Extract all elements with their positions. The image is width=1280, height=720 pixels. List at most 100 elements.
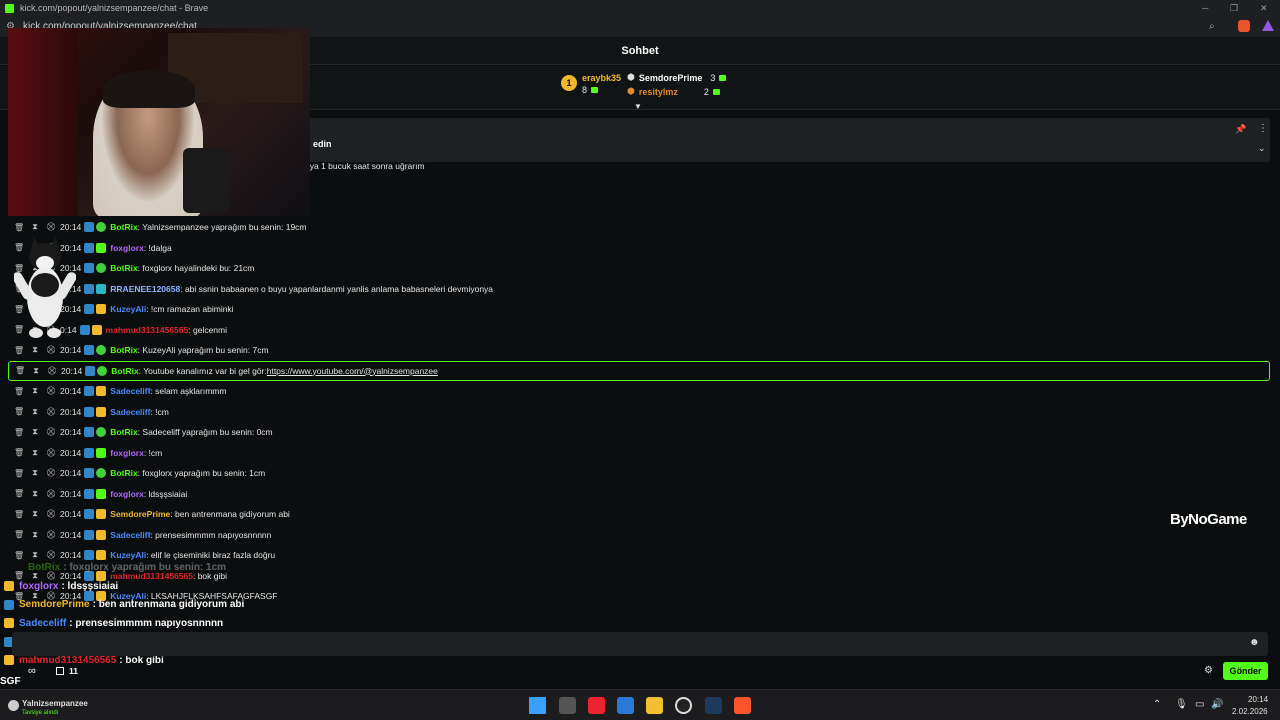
ban-icon[interactable]: ⛒ (46, 550, 56, 560)
ban-icon[interactable]: ⛒ (46, 448, 56, 458)
message-username[interactable]: foxglorx (110, 448, 144, 458)
ban-icon[interactable]: ⛒ (46, 386, 56, 396)
start-icon[interactable] (529, 697, 546, 714)
timeout-icon[interactable]: ⧗ (30, 530, 40, 540)
delete-icon[interactable]: 🗑 (14, 571, 24, 580)
task-view-icon[interactable] (559, 697, 576, 714)
message-username[interactable]: KuzeyAli (110, 550, 146, 560)
leaderboard-entry[interactable]: eraybk35 (582, 73, 621, 83)
message-username[interactable]: KuzeyAli (110, 304, 146, 314)
timeout-icon[interactable]: ⧗ (31, 366, 41, 376)
timeout-icon[interactable]: ⧗ (30, 509, 40, 519)
leaderboard-user[interactable]: eraybk35 (582, 73, 621, 83)
ban-icon[interactable]: ⛒ (46, 530, 56, 540)
file-explorer-icon[interactable] (646, 697, 663, 714)
chat-message[interactable]: 🗑 ⧗ ⛒ 20:14 BotRix: Sadeceliff yaprağım bu s… (8, 422, 1270, 442)
delete-icon[interactable]: 🗑 (14, 551, 24, 560)
message-username[interactable]: SemdorePrime (110, 509, 170, 519)
chat-message[interactable]: 🗑 ⧗ ⛒ 20:14 Sadeceliff: prensesimmmm napıyos… (8, 525, 1270, 545)
chat-message[interactable]: 🗑 ⧗ ⛒ 20:14 Sadeceliff: selam aşklarımmm (8, 381, 1270, 401)
leaderboard-entry[interactable]: ⬢ SemdorePrime 3 (627, 72, 727, 83)
chat-message[interactable]: 🗑 ⧗ ⛒ 20:14 BotRix: Yalnizsempanzee yaprağım… (8, 217, 1270, 237)
message-link[interactable]: https://www.youtube.com/@yalnizsempanzee (267, 366, 438, 376)
search-icon[interactable]: ⌕ (1209, 21, 1215, 32)
delete-icon[interactable]: 🗑 (14, 428, 24, 437)
delete-icon[interactable]: 🗑 (14, 407, 24, 416)
message-username[interactable]: BotRix (111, 366, 138, 376)
timeout-icon[interactable]: ⧗ (30, 386, 40, 396)
delete-icon[interactable]: 🗑 (14, 489, 24, 498)
delete-icon[interactable]: 🗑 (14, 510, 24, 519)
network-icon[interactable]: ▭ (1195, 699, 1204, 710)
minimize-icon[interactable]: ─ (1202, 3, 1208, 13)
leaderboard-entry[interactable]: ⬢ resitylmz 2 (627, 86, 720, 97)
timeout-icon[interactable]: ⧗ (30, 489, 40, 499)
brave-shields-icon[interactable] (1238, 20, 1250, 32)
tray-chevron-icon[interactable]: ⌃ (1153, 699, 1161, 710)
ban-icon[interactable]: ⛒ (46, 468, 56, 478)
obs-icon[interactable] (675, 697, 692, 714)
chat-message[interactable]: 🗑⧗⛒20:14BotRix: foxglorx hayalindeki bu:… (8, 258, 1270, 278)
chat-message[interactable]: 🗑 ⧗ ⛒ 20:14 Sadeceliff: !cm (8, 402, 1270, 422)
more-options-icon[interactable]: ⋮ (1258, 123, 1268, 134)
ban-icon[interactable]: ⛒ (46, 345, 56, 355)
delete-icon[interactable]: 🗑 (14, 346, 24, 355)
clock-time[interactable]: 20:14 (1248, 695, 1268, 704)
timeout-icon[interactable]: ⧗ (30, 468, 40, 478)
chat-message[interactable]: 🗑 ⧗ ⛒ 20:14 BotRix: KuzeyAli yaprağım bu sen… (8, 340, 1270, 360)
message-username[interactable]: BotRix (110, 427, 137, 437)
chevron-down-icon[interactable]: ⌄ (1258, 143, 1266, 154)
message-username[interactable]: Sadeceliff (110, 407, 150, 417)
ban-icon[interactable]: ⛒ (46, 509, 56, 519)
steam-icon[interactable] (705, 697, 722, 714)
ban-icon[interactable]: ⛒ (46, 407, 56, 417)
leaderboard-user[interactable]: SemdorePrime (639, 73, 703, 83)
maximize-icon[interactable]: ❐ (1230, 3, 1238, 14)
chat-message[interactable]: 🗑⧗⛒20:14RRAENEE120658: abi ssnin babaane… (8, 279, 1270, 299)
message-username[interactable]: Sadeceliff (110, 530, 150, 540)
chat-message[interactable]: 🗑 ⧗ ⛒ 20:14 foxglorx: !cm (8, 443, 1270, 463)
message-username[interactable]: BotRix (110, 345, 137, 355)
photos-icon[interactable] (617, 697, 634, 714)
message-username[interactable]: RRAENEE120658 (110, 284, 180, 294)
ban-icon[interactable]: ⛒ (46, 222, 56, 232)
delete-icon[interactable]: 🗑 (14, 223, 24, 232)
delete-icon[interactable]: 🗑 (14, 387, 24, 396)
message-username[interactable]: Sadeceliff (110, 386, 150, 396)
chat-input[interactable]: ☻ (12, 632, 1268, 656)
profile-icon[interactable] (8, 700, 19, 711)
delete-icon[interactable]: 🗑 (14, 530, 24, 539)
leaderboard-user[interactable]: resitylmz (639, 87, 678, 97)
volume-icon[interactable]: 🔊 (1211, 699, 1223, 710)
settings-gear-icon[interactable]: ⚙ (1204, 665, 1213, 676)
pin-icon[interactable]: 📌 (1235, 124, 1246, 135)
timeout-icon[interactable]: ⧗ (30, 427, 40, 437)
chat-message[interactable]: 🗑⧗⛒20:14foxglorx: !dalga (8, 238, 1270, 258)
delete-icon[interactable]: 🗑 (14, 448, 24, 457)
emoji-icon[interactable]: ☻ (1249, 637, 1260, 648)
chat-message[interactable]: 🗑 ⧗ ⛒ 20:14 BotRix: Youtube kanalımız var bi… (8, 360, 1270, 381)
delete-icon[interactable]: 🗑 (14, 469, 24, 478)
clock-date[interactable]: 2.02.2026 (1232, 707, 1268, 716)
chat-message[interactable]: 🗑 ⧗ ⛒ 20:14 SemdorePrime: ben antrenmana gid… (8, 504, 1270, 524)
brave-icon[interactable] (734, 697, 751, 714)
message-username[interactable]: BotRix (110, 263, 137, 273)
chat-message[interactable]: 🗑 ⧗ ⛒ 20:14 BotRix: foxglorx yaprağım bu sen… (8, 463, 1270, 483)
ban-icon[interactable]: ⛒ (47, 366, 57, 376)
close-icon[interactable]: ✕ (1260, 3, 1268, 14)
message-username[interactable]: mahmud3131456565 (106, 325, 189, 335)
delete-icon[interactable]: 🗑 (15, 366, 25, 375)
chat-message[interactable]: 🗑 ⧗ ⛒ 20:14 foxglorx: ldsşşsiaiai (8, 484, 1270, 504)
microphone-icon[interactable]: 🎙 (1175, 699, 1188, 710)
send-button[interactable]: Gönder (1223, 662, 1268, 680)
message-username[interactable]: foxglorx (110, 243, 144, 253)
timeout-icon[interactable]: ⧗ (30, 448, 40, 458)
chat-message[interactable]: 🗑⧗⛒20:14KuzeyAli: !cm ramazan abiminki (8, 299, 1270, 319)
ban-icon[interactable]: ⛒ (46, 427, 56, 437)
message-username[interactable]: foxglorx (110, 489, 144, 499)
message-username[interactable]: BotRix (110, 222, 137, 232)
timeout-icon[interactable]: ⧗ (30, 222, 40, 232)
app-icon[interactable] (588, 697, 605, 714)
timeout-icon[interactable]: ⧗ (30, 550, 40, 560)
timeout-icon[interactable]: ⧗ (30, 345, 40, 355)
